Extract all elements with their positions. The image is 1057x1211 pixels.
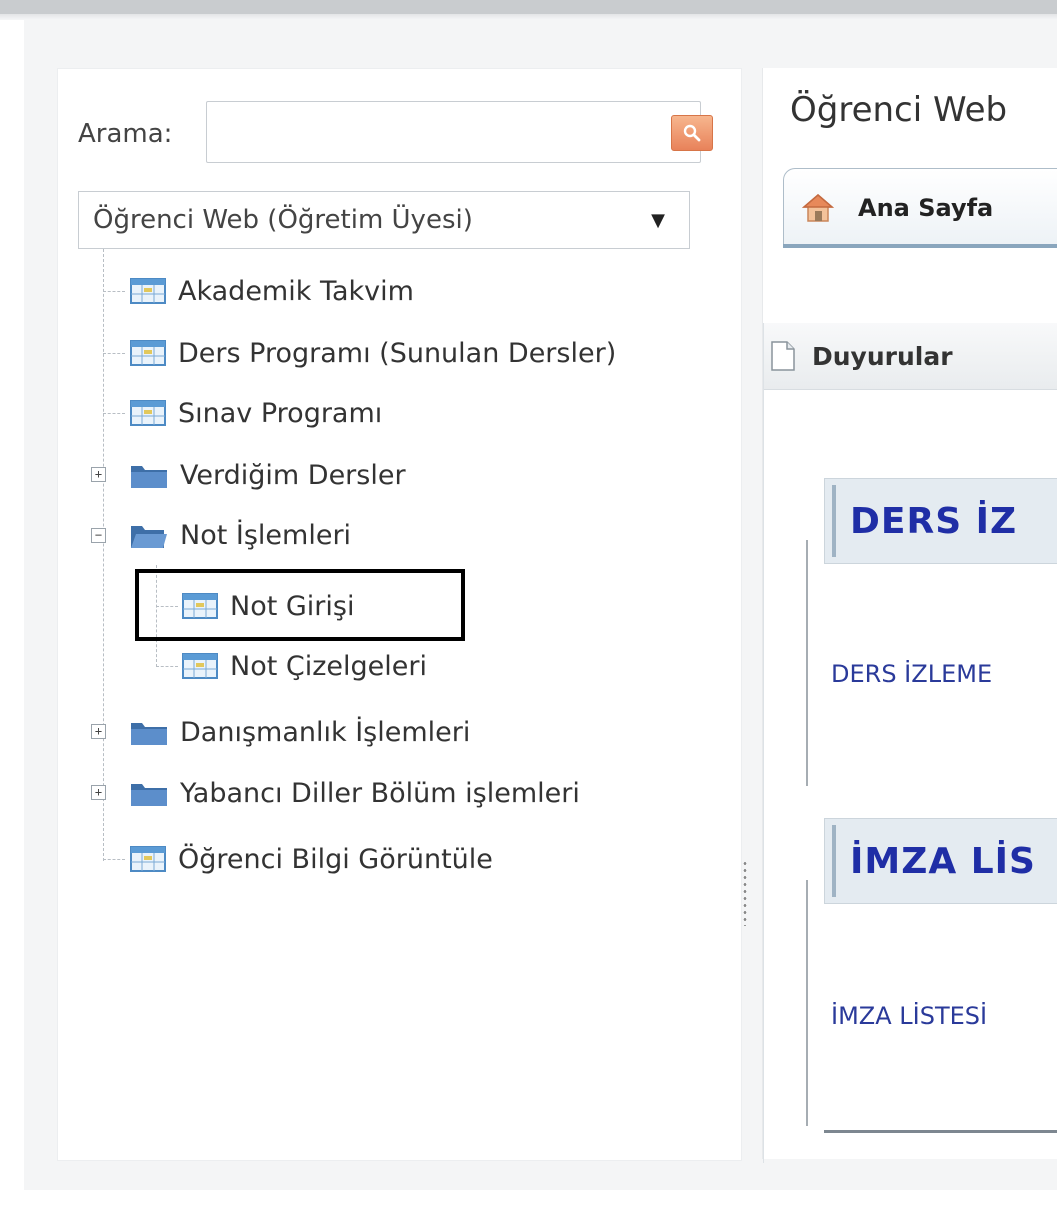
tree-folder-yabanci-diller[interactable]: Yabancı Diller Bölüm işlemleri: [130, 773, 580, 813]
tab-home-label: Ana Sayfa: [858, 193, 994, 222]
tree-folder-danismanlik-islemleri[interactable]: Danışmanlık İşlemleri: [130, 712, 470, 752]
tree-item-ogrenci-bilgi-goruntule[interactable]: Öğrenci Bilgi Görüntüle: [130, 839, 493, 879]
expand-icon[interactable]: +: [91, 467, 106, 482]
tree-item-label: Akademik Takvim: [178, 275, 414, 307]
table-icon: [130, 846, 166, 872]
expand-icon[interactable]: +: [91, 724, 106, 739]
tree-connector: [103, 353, 125, 354]
folder-icon: [131, 723, 167, 745]
panel-splitter-handle[interactable]: [742, 860, 748, 926]
section-title: İMZA LİS: [850, 840, 1036, 882]
tree-item-label: Not Çizelgeleri: [230, 650, 427, 682]
tree-connector: [103, 249, 104, 861]
tree-folder-verdigim-dersler[interactable]: Verdiğim Dersler: [130, 455, 406, 495]
tree-item-label: Yabancı Diller Bölüm işlemleri: [180, 777, 580, 809]
table-icon: [130, 340, 166, 366]
tree-connector: [103, 413, 125, 414]
tree-item-label: Verdiğim Dersler: [180, 459, 406, 491]
imza-listesi-link[interactable]: İMZA LİSTESİ: [831, 1002, 987, 1030]
document-icon: [771, 341, 795, 371]
expand-icon[interactable]: +: [91, 785, 106, 800]
announcements-header[interactable]: Duyurular: [764, 323, 1057, 390]
tree-connector: [156, 666, 178, 667]
table-icon: [130, 278, 166, 304]
tree-item-sinav-programi[interactable]: Sınav Programı: [130, 393, 382, 433]
tree-item-label: Not İşlemleri: [180, 519, 352, 551]
section-header-accent: [832, 825, 836, 897]
browser-top-strip: [0, 0, 1057, 14]
tree-item-label: Danışmanlık İşlemleri: [180, 716, 471, 748]
tree-item-label: Sınav Programı: [178, 397, 383, 429]
tab-home[interactable]: Ana Sayfa: [783, 168, 1057, 246]
collapse-icon[interactable]: −: [91, 528, 106, 543]
tree-item-akademik-takvim[interactable]: Akademik Takvim: [130, 271, 414, 311]
home-icon: [802, 193, 834, 222]
ders-izleme-link[interactable]: DERS İZLEME: [831, 660, 992, 688]
section-bottom-divider: [824, 1130, 1057, 1133]
menu-tree: + − + + Akademik Takvim Ders Programı (S…: [58, 69, 741, 1160]
section-header-accent: [832, 485, 836, 557]
tree-item-label: Ders Programı (Sunulan Dersler): [178, 337, 617, 369]
page-title: Öğrenci Web: [790, 90, 1008, 130]
tree-folder-not-islemleri[interactable]: Not İşlemleri: [130, 515, 351, 555]
tree-item-label: Öğrenci Bilgi Görüntüle: [178, 843, 493, 875]
folder-open-icon: [131, 526, 167, 548]
tree-connector: [103, 291, 125, 292]
table-icon: [182, 653, 218, 679]
section-header-imza-listesi: İMZA LİS: [824, 818, 1057, 904]
tree-item-ders-programi[interactable]: Ders Programı (Sunulan Dersler): [130, 333, 616, 373]
announcements-title: Duyurular: [812, 341, 953, 371]
section-title: DERS İZ: [850, 500, 1018, 542]
folder-icon: [131, 784, 167, 806]
navigation-panel: Arama: Öğrenci Web (Öğretim Üyesi) ▼ + −…: [57, 68, 742, 1161]
folder-icon: [131, 466, 167, 488]
not-girisi-highlight-box: [135, 569, 465, 641]
section-header-ders-izleme: DERS İZ: [824, 478, 1057, 564]
tree-item-not-cizelgeleri[interactable]: Not Çizelgeleri: [182, 646, 427, 686]
tab-strip-line: [783, 244, 1057, 248]
tree-connector: [103, 859, 125, 860]
table-icon: [130, 400, 166, 426]
